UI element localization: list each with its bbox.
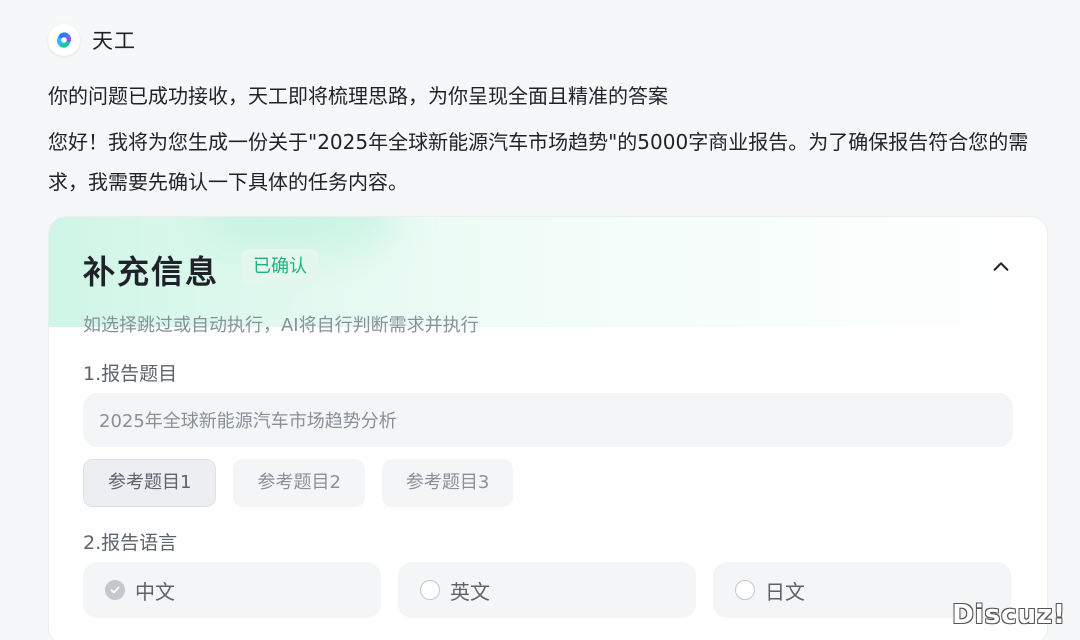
chevron-up-icon: [993, 262, 1009, 271]
language-option-english[interactable]: 英文: [398, 562, 696, 618]
radio-unchecked-icon: [735, 580, 755, 600]
reference-title-chip-2[interactable]: 参考题目2: [233, 459, 365, 507]
radio-unchecked-icon: [420, 580, 440, 600]
app-name: 天工: [92, 29, 136, 53]
reference-title-chip-3[interactable]: 参考题目3: [381, 459, 514, 507]
language-option-label: 中文: [135, 579, 175, 604]
hint-text: 如选择跳过或自动执行，AI将自行判断需求并执行: [83, 315, 479, 336]
language-option-label: 日文: [765, 579, 805, 604]
report-language-label: 2.报告语言: [83, 532, 178, 554]
watermark: Discuz!: [952, 600, 1066, 630]
reference-title-chip-1[interactable]: 参考题目1: [83, 459, 217, 507]
collapse-button[interactable]: [983, 249, 1019, 285]
chat-page: 天工 你的问题已成功接收，天工即将梳理思路，为你呈现全面且精准的答案 您好！我将…: [0, 0, 1080, 640]
language-option-label: 英文: [450, 579, 490, 604]
assistant-header: 天工: [48, 24, 136, 56]
language-option-chinese[interactable]: 中文: [83, 562, 381, 618]
report-title-label: 1.报告题目: [83, 363, 178, 385]
radio-checked-icon: [105, 580, 125, 600]
supplement-info-card: 补充信息 已确认 如选择跳过或自动执行，AI将自行判断需求并执行 1.报告题目 …: [48, 216, 1048, 640]
language-options: 中文 英文 日文: [83, 562, 1011, 618]
reply-message: 您好！我将为您生成一份关于"2025年全球新能源汽车市场趋势"的5000字商业报…: [48, 130, 1029, 194]
report-title-input[interactable]: [83, 393, 1013, 447]
card-title: 补充信息: [83, 253, 220, 291]
reference-title-chips: 参考题目1 参考题目2 参考题目3: [83, 459, 514, 507]
confirmed-badge: 已确认: [241, 249, 319, 285]
status-message: 你的问题已成功接收，天工即将梳理思路，为你呈现全面且精准的答案: [48, 84, 668, 108]
tiangong-logo-icon: [48, 24, 80, 56]
